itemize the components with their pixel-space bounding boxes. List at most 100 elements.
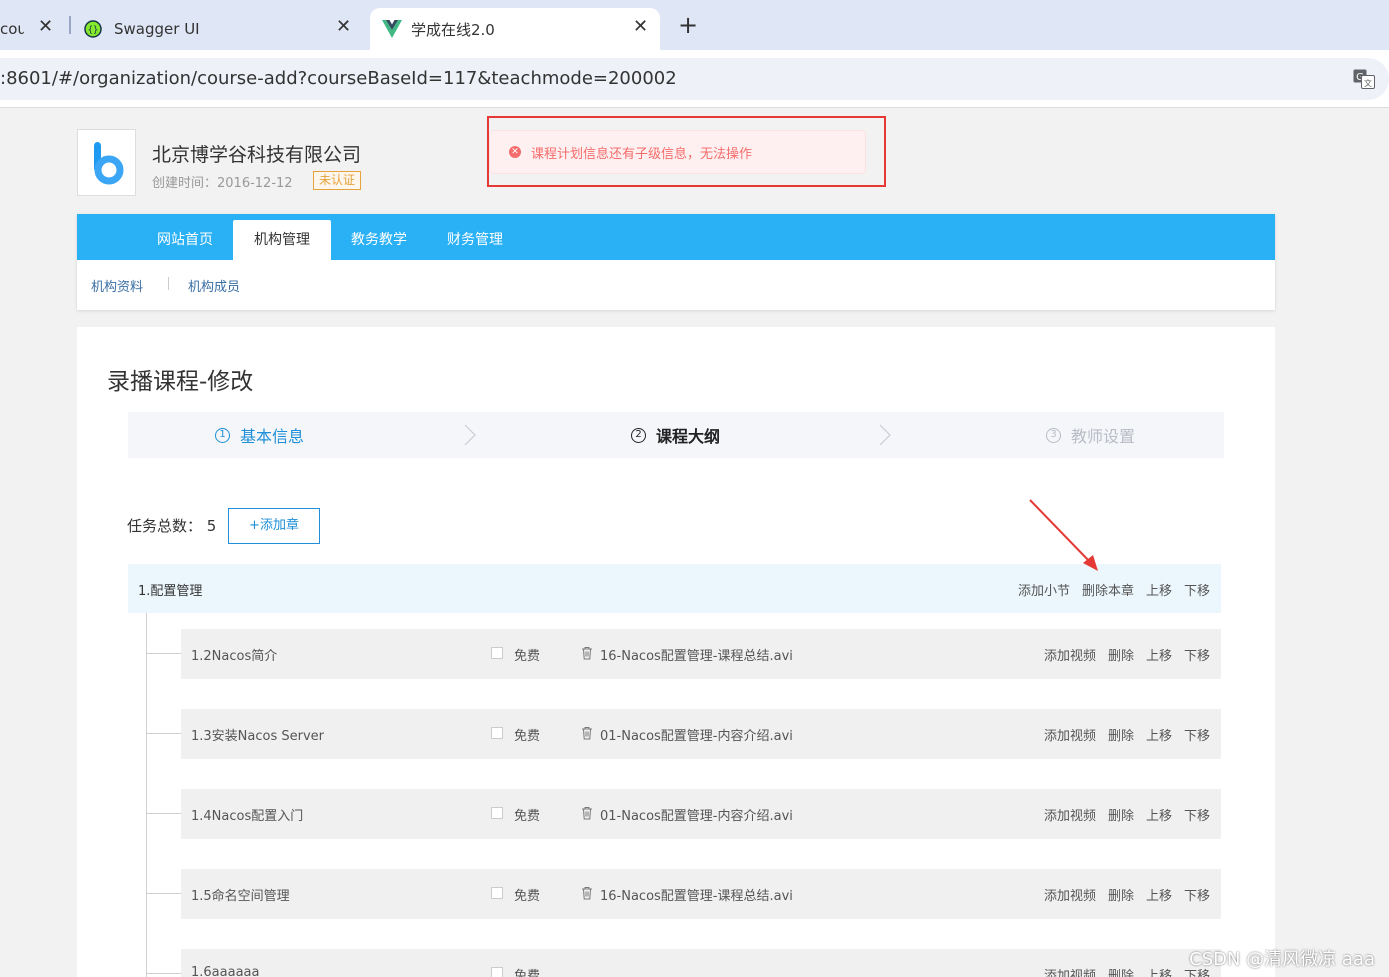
section-row: 1.2Nacos简介 免费 16-Nacos配置管理-课程总结.avi 添加视频… [181, 629, 1221, 679]
step-indicator: 1 基本信息 2 课程大纲 3 教师设置 [128, 412, 1224, 458]
nav-item-teaching[interactable]: 教务教学 [339, 214, 419, 260]
org-logo [77, 129, 136, 196]
trash-icon[interactable] [581, 726, 593, 740]
svg-text:{}: {} [88, 26, 99, 36]
divider [168, 277, 169, 290]
close-icon[interactable]: ✕ [38, 16, 53, 37]
move-down-button[interactable]: 下移 [1184, 645, 1210, 664]
task-total-label: 任务总数： [127, 517, 203, 535]
task-total-count: 5 [206, 517, 217, 535]
tree-line [146, 613, 147, 977]
section-actions: 添加视频 删除 上移 下移 [1044, 885, 1210, 904]
subnav-org-members[interactable]: 机构成员 [188, 276, 240, 295]
watermark: CSDN @清风微凉 aaa [1189, 949, 1375, 970]
browser-tab-swagger[interactable]: {} Swagger UI ✕ [84, 8, 360, 50]
step-course-outline[interactable]: 2 课程大纲 [631, 412, 720, 458]
move-down-button[interactable]: 下移 [1184, 885, 1210, 904]
step-number-icon: 1 [215, 427, 230, 443]
tab-separator [69, 16, 71, 34]
move-down-button[interactable]: 下移 [1184, 725, 1210, 744]
vue-icon [382, 20, 402, 38]
alert-message: 课程计划信息还有子级信息，无法操作 [531, 146, 753, 162]
browser-tab-active[interactable]: 学成在线2.0 ✕ [370, 8, 660, 50]
add-video-button[interactable]: 添加视频 [1044, 725, 1096, 744]
nav-item-org-manage[interactable]: 机构管理 [233, 220, 331, 260]
add-video-button[interactable]: 添加视频 [1044, 965, 1096, 977]
section-title: 1.2Nacos简介 [191, 649, 278, 664]
move-up-button[interactable]: 上移 [1146, 965, 1172, 977]
delete-button[interactable]: 删除 [1108, 725, 1134, 744]
delete-button[interactable]: 删除 [1108, 885, 1134, 904]
section-row: 1.6aaaaaa 免费 添加视频 删除 上移 下移 [181, 949, 1221, 977]
media-file-name: 01-Nacos配置管理-内容介绍.avi [600, 809, 793, 824]
free-checkbox[interactable] [491, 887, 503, 899]
add-video-button[interactable]: 添加视频 [1044, 805, 1096, 824]
chapter-title: 1.配置管理 [138, 584, 203, 599]
chevron-right-icon [879, 424, 891, 446]
swagger-icon: {} [84, 20, 102, 38]
free-label: 免费 [514, 809, 541, 824]
delete-chapter-button[interactable]: 删除本章 [1082, 580, 1134, 599]
section-title: 1.4Nacos配置入门 [191, 809, 304, 824]
section-row: 1.4Nacos配置入门 免费 01-Nacos配置管理-内容介绍.avi 添加… [181, 789, 1221, 839]
tab-label: Swagger UI [114, 20, 200, 38]
svg-text:文: 文 [1364, 78, 1372, 88]
media-file-name: 16-Nacos配置管理-课程总结.avi [600, 649, 793, 664]
move-up-button[interactable]: 上移 [1146, 805, 1172, 824]
add-chapter-button[interactable]: +添加章 [228, 508, 320, 544]
delete-button[interactable]: 删除 [1108, 645, 1134, 664]
step-label: 课程大纲 [656, 427, 721, 446]
new-tab-button[interactable]: + [678, 11, 698, 39]
tree-branch [146, 733, 181, 734]
tree-branch [146, 813, 181, 814]
step-teacher-settings[interactable]: 3 教师设置 [1046, 412, 1135, 458]
step-label: 教师设置 [1071, 427, 1136, 446]
step-number-icon: 2 [631, 427, 646, 443]
org-logo-icon [94, 142, 124, 185]
tab-label: cou [0, 20, 24, 38]
org-name: 北京博学谷科技有限公司 [152, 144, 362, 166]
add-section-button[interactable]: 添加小节 [1018, 580, 1070, 599]
close-icon[interactable]: ✕ [336, 16, 351, 37]
step-basic-info[interactable]: 1 基本信息 [215, 412, 304, 458]
section-actions: 添加视频 删除 上移 下移 [1044, 805, 1210, 824]
chapter-actions: 添加小节 删除本章 上移 下移 [1018, 580, 1210, 599]
free-checkbox[interactable] [491, 807, 503, 819]
browser-tab-cou[interactable]: cou ✕ [0, 8, 62, 50]
free-checkbox[interactable] [491, 727, 503, 739]
free-checkbox[interactable] [491, 967, 503, 977]
free-label: 免费 [514, 889, 541, 904]
move-down-button[interactable]: 下移 [1184, 580, 1210, 599]
subnav-org-info[interactable]: 机构资料 [91, 276, 143, 295]
error-icon: ✕ [509, 146, 521, 158]
move-down-button[interactable]: 下移 [1184, 805, 1210, 824]
translate-icon[interactable]: G 文 [1353, 69, 1375, 89]
browser-tab-bar: cou ✕ {} Swagger UI ✕ 学成在线2.0 ✕ + [0, 0, 1389, 50]
red-arrow-annotation [1029, 499, 1098, 571]
tab-label: 学成在线2.0 [411, 20, 495, 39]
add-video-button[interactable]: 添加视频 [1044, 885, 1096, 904]
media-file-name: 16-Nacos配置管理-课程总结.avi [600, 889, 793, 904]
free-label: 免费 [514, 729, 541, 744]
section-row: 1.3安装Nacos Server 免费 01-Nacos配置管理-内容介绍.a… [181, 709, 1221, 759]
org-created-date: 创建时间：2016-12-12 [152, 176, 293, 191]
trash-icon[interactable] [581, 806, 593, 820]
section-row: 1.5命名空间管理 免费 16-Nacos配置管理-课程总结.avi 添加视频 … [181, 869, 1221, 919]
add-video-button[interactable]: 添加视频 [1044, 645, 1096, 664]
move-up-button[interactable]: 上移 [1146, 725, 1172, 744]
nav-item-home[interactable]: 网站首页 [145, 214, 225, 260]
trash-icon[interactable] [581, 886, 593, 900]
trash-icon[interactable] [581, 646, 593, 660]
move-up-button[interactable]: 上移 [1146, 580, 1172, 599]
section-title: 1.5命名空间管理 [191, 889, 290, 904]
address-bar: :8601/#/organization/course-add?courseBa… [0, 50, 1389, 108]
free-checkbox[interactable] [491, 647, 503, 659]
delete-button[interactable]: 删除 [1108, 965, 1134, 977]
delete-button[interactable]: 删除 [1108, 805, 1134, 824]
nav-item-finance[interactable]: 财务管理 [435, 214, 515, 260]
url-field[interactable]: :8601/#/organization/course-add?courseBa… [0, 58, 1389, 100]
main-nav: 网站首页 机构管理 教务教学 财务管理 [77, 214, 1275, 260]
move-up-button[interactable]: 上移 [1146, 645, 1172, 664]
close-icon[interactable]: ✕ [633, 16, 648, 37]
move-up-button[interactable]: 上移 [1146, 885, 1172, 904]
